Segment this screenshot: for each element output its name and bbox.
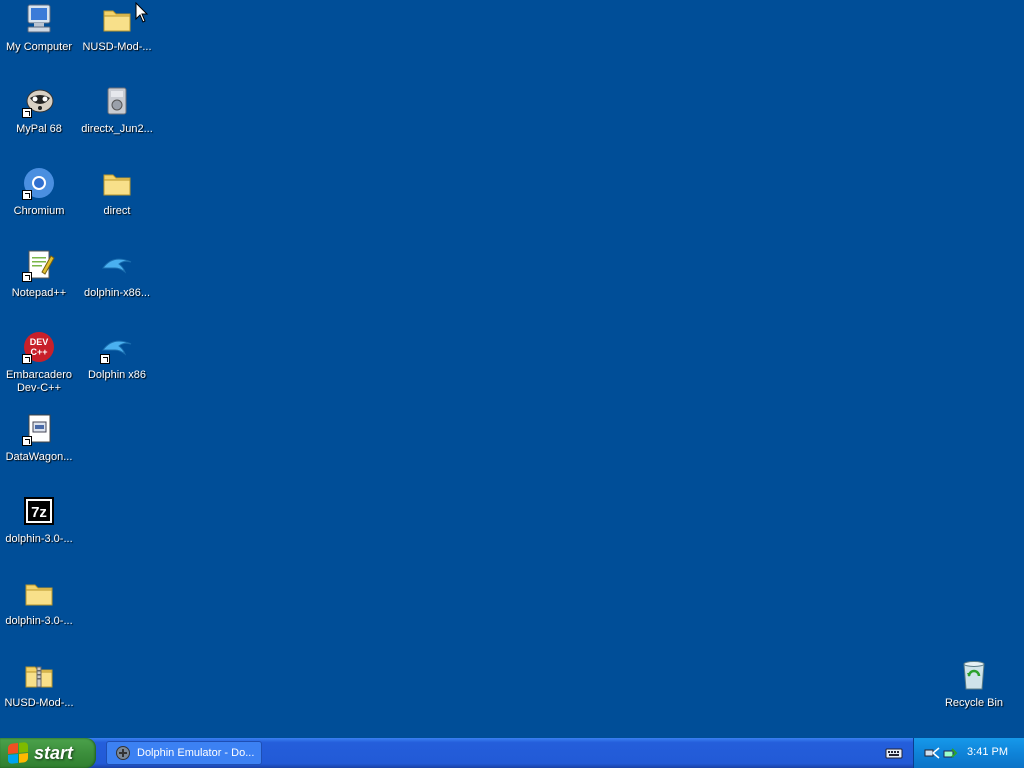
notepadpp-icon [22, 248, 56, 282]
shortcut-arrow-icon [22, 272, 32, 282]
desktop-icon-nusd-mod-zip[interactable]: NUSD-Mod-... [0, 658, 78, 710]
desktop-icon-label: MyPal 68 [16, 123, 62, 135]
desktop-icon-mypal[interactable]: MyPal 68 [0, 84, 78, 136]
folder-icon [100, 2, 134, 36]
chromium-icon [22, 166, 56, 200]
svg-text:7z: 7z [31, 504, 47, 521]
desktop-icon-my-computer[interactable]: My Computer [0, 2, 78, 54]
start-button[interactable]: start [0, 738, 96, 768]
svg-text:C++: C++ [30, 347, 47, 357]
taskbar-button-dolphin-emulator[interactable]: Dolphin Emulator - Do... [106, 741, 262, 765]
raccoon-icon [22, 84, 56, 118]
shortcut-arrow-icon [100, 354, 110, 364]
start-button-label: start [34, 742, 74, 763]
desktop-icon-label: dolphin-3.0-... [5, 615, 73, 627]
desktop-icon-label: Notepad++ [11, 287, 67, 299]
taskbar: start Dolphin Emulator - Do... 3:41 PM [0, 738, 1024, 768]
desktop-icon-label: NUSD-Mod-... [4, 697, 74, 709]
desktop-icon-devcpp[interactable]: DEV C++ Embarcadero Dev-C++ [0, 330, 78, 395]
desktop-icon-dolphin-x86-archive[interactable]: dolphin-x86... [78, 248, 156, 300]
desktop-icon-label: Chromium [13, 205, 65, 217]
shortcut-arrow-icon [22, 436, 32, 446]
desktop-icon-dolphin-x86[interactable]: Dolphin x86 [78, 330, 156, 382]
desktop-icon-dolphin-7z[interactable]: 7z dolphin-3.0-... [0, 494, 78, 546]
desktop-icon-dolphin-folder[interactable]: dolphin-3.0-... [0, 576, 78, 628]
desktop-icon-label: My Computer [5, 41, 73, 53]
desktop-icon-label: Recycle Bin [944, 697, 1004, 709]
desktop-icon-recycle-bin[interactable]: Recycle Bin [935, 658, 1013, 710]
7zip-icon: 7z [22, 494, 56, 528]
zip-folder-icon [22, 658, 56, 692]
datawagon-icon [22, 412, 56, 446]
dolphin-icon [100, 248, 134, 282]
desktop-icon-chromium[interactable]: Chromium [0, 166, 78, 218]
desktop-icon-label: directx_Jun2... [81, 123, 153, 135]
keyboard-icon[interactable] [885, 745, 903, 761]
desktop-icon-label: DataWagon... [5, 451, 73, 463]
svg-text:DEV: DEV [30, 337, 49, 347]
safely-remove-hardware-icon[interactable] [942, 745, 958, 761]
shortcut-arrow-icon [22, 354, 32, 364]
devcpp-icon: DEV C++ [22, 330, 56, 364]
shortcut-arrow-icon [22, 190, 32, 200]
windows-logo-icon [8, 741, 28, 765]
dolphin-icon [100, 330, 134, 364]
desktop-icon-datawagon[interactable]: DataWagon... [0, 412, 78, 464]
desktop-icon-label: direct [103, 205, 131, 217]
desktop-icon-directx[interactable]: directx_Jun2... [78, 84, 156, 136]
desktop-icon-label: dolphin-x86... [83, 287, 151, 299]
shortcut-arrow-icon [22, 108, 32, 118]
desktop-icon-label: NUSD-Mod-... [82, 41, 152, 53]
desktop-icon-notepadpp[interactable]: Notepad++ [0, 248, 78, 300]
desktop-icon-direct-folder[interactable]: direct [78, 166, 156, 218]
installer-icon [100, 84, 134, 118]
recycle-bin-icon [957, 658, 991, 692]
desktop: My Computer NUSD-Mod-... MyPal 68 direct… [0, 0, 1024, 738]
computer-icon [22, 2, 56, 36]
taskbar-button-label: Dolphin Emulator - Do... [137, 747, 255, 759]
desktop-icon-label: Dolphin x86 [87, 369, 147, 381]
mouse-cursor-icon [135, 1, 149, 24]
folder-icon [22, 576, 56, 610]
desktop-icon-label: dolphin-3.0-... [5, 533, 73, 545]
desktop-icon-label: Embarcadero Dev-C++ [5, 369, 73, 394]
system-tray: 3:41 PM [913, 738, 1024, 768]
dolphin-emulator-icon [115, 745, 131, 761]
network-icon[interactable] [924, 745, 940, 761]
folder-icon [100, 166, 134, 200]
clock[interactable]: 3:41 PM [967, 746, 1008, 758]
